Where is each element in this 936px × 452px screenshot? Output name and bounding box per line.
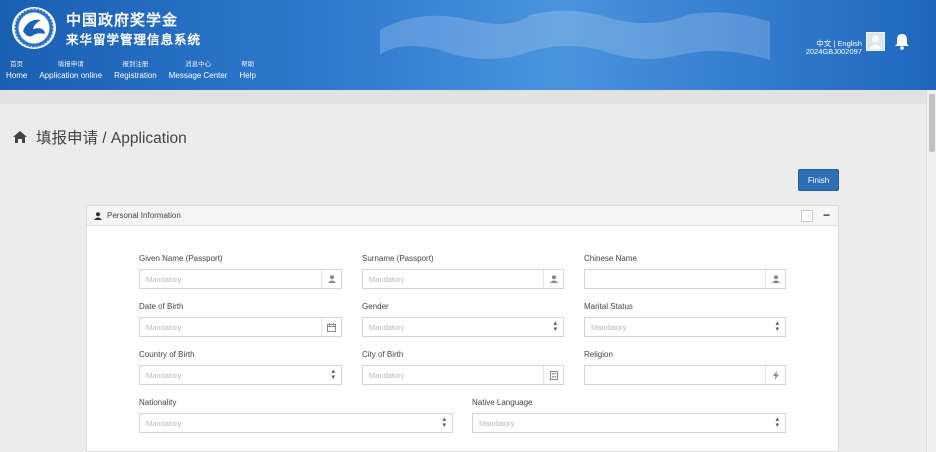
user-icon xyxy=(765,270,785,288)
nav-help[interactable]: 帮助 Help xyxy=(233,60,261,90)
nav-help-cn: 帮助 xyxy=(241,61,255,68)
gender-select[interactable]: Mandatory ▴ ▾ xyxy=(362,317,564,337)
given-name-label: Given Name (Passport) xyxy=(139,254,223,263)
user-icon xyxy=(543,270,563,288)
surname-placeholder: Mandatory xyxy=(369,275,405,284)
select-caret-icon: ▴ ▾ xyxy=(553,320,557,333)
nationality-label: Nationality xyxy=(139,398,177,407)
dob-label: Date of Birth xyxy=(139,302,184,311)
select-caret-icon: ▴ ▾ xyxy=(331,368,335,381)
page-title: 填报申请 / Application xyxy=(12,126,187,148)
country-of-birth-select[interactable]: Mandatory ▴ ▾ xyxy=(139,365,342,385)
marital-status-label: Marital Status xyxy=(584,302,633,311)
page-title-text: 填报申请 / Application xyxy=(36,130,187,147)
scholarship-logo[interactable] xyxy=(12,7,56,49)
country-of-birth-label: Country of Birth xyxy=(139,350,195,359)
religion-input[interactable] xyxy=(584,365,786,385)
flash-icon xyxy=(765,366,785,384)
nav-home-cn: 首页 xyxy=(10,61,24,68)
building-icon xyxy=(543,366,563,384)
city-of-birth-label: City of Birth xyxy=(362,350,404,359)
header-shadow-bar xyxy=(0,90,936,104)
dob-input[interactable]: Mandatory xyxy=(139,317,342,337)
nav-application-en: Application online xyxy=(39,71,103,80)
world-map-decoration xyxy=(380,10,770,60)
chinese-name-input[interactable] xyxy=(584,269,786,289)
surname-label: Surname (Passport) xyxy=(362,254,434,263)
select-caret-icon: ▴ ▾ xyxy=(442,416,446,429)
nationality-select[interactable]: Mandatory ▴ ▾ xyxy=(139,413,453,433)
page-scrollbar[interactable] xyxy=(926,90,936,452)
nav-registration[interactable]: 报到注册 Registration xyxy=(108,60,163,90)
user-id: 2024GBJ002097 xyxy=(805,47,862,56)
calendar-icon[interactable] xyxy=(321,318,341,336)
user-icon xyxy=(321,270,341,288)
system-title: 中国政府奖学金 xyxy=(66,12,179,29)
city-of-birth-placeholder: Mandatory xyxy=(369,371,405,380)
gender-placeholder: Mandatory xyxy=(369,323,405,332)
nav-message-en: Message Center xyxy=(168,71,228,80)
dob-placeholder: Mandatory xyxy=(146,323,182,332)
main-nav: 首页 Home 填报申请 Application online 报到注册 Reg… xyxy=(0,60,262,90)
religion-label: Religion xyxy=(584,350,613,359)
nav-help-en: Help xyxy=(239,71,256,80)
nav-registration-cn: 报到注册 xyxy=(122,61,149,68)
user-avatar-icon xyxy=(869,35,882,49)
top-header: 中国政府奖学金 来华留学管理信息系统 首页 Home 填报申请 Applicat… xyxy=(0,0,936,90)
given-name-input[interactable]: Mandatory xyxy=(139,269,342,289)
nav-home-en: Home xyxy=(6,71,28,80)
scrollbar-thumb[interactable] xyxy=(929,94,935,152)
marital-status-placeholder: Mandatory xyxy=(591,323,627,332)
home-icon xyxy=(13,131,27,143)
panel-header: Personal Information − xyxy=(87,206,838,226)
gender-label: Gender xyxy=(362,302,389,311)
nav-message-center[interactable]: 消息中心 Message Center xyxy=(163,60,234,90)
nav-home[interactable]: 首页 Home xyxy=(0,60,33,90)
nav-application-cn: 填报申请 xyxy=(57,61,84,68)
panel-title: Personal Information xyxy=(107,211,181,220)
nationality-placeholder: Mandatory xyxy=(146,419,182,428)
panel-expand-checkbox[interactable] xyxy=(801,210,813,222)
given-name-placeholder: Mandatory xyxy=(146,275,182,284)
select-caret-icon: ▴ ▾ xyxy=(775,320,779,333)
native-language-label: Native Language xyxy=(472,398,533,407)
system-subtitle: 来华留学管理信息系统 xyxy=(66,33,202,47)
nav-message-cn: 消息中心 xyxy=(185,61,212,68)
nav-application-online[interactable]: 填报申请 Application online xyxy=(33,60,108,90)
panel-collapse-button[interactable]: − xyxy=(823,209,830,221)
city-of-birth-input[interactable]: Mandatory xyxy=(362,365,564,385)
avatar[interactable] xyxy=(866,32,885,51)
user-icon xyxy=(94,212,102,220)
native-language-placeholder: Mandatory xyxy=(479,419,515,428)
marital-status-select[interactable]: Mandatory ▴ ▾ xyxy=(584,317,786,337)
country-of-birth-placeholder: Mandatory xyxy=(146,371,182,380)
nav-registration-en: Registration xyxy=(114,71,157,80)
surname-input[interactable]: Mandatory xyxy=(362,269,564,289)
chinese-name-label: Chinese Name xyxy=(584,254,637,263)
finish-button[interactable]: Finish xyxy=(798,169,839,191)
select-caret-icon: ▴ ▾ xyxy=(775,416,779,429)
bell-icon[interactable] xyxy=(893,32,911,50)
native-language-select[interactable]: Mandatory ▴ ▾ xyxy=(472,413,786,433)
